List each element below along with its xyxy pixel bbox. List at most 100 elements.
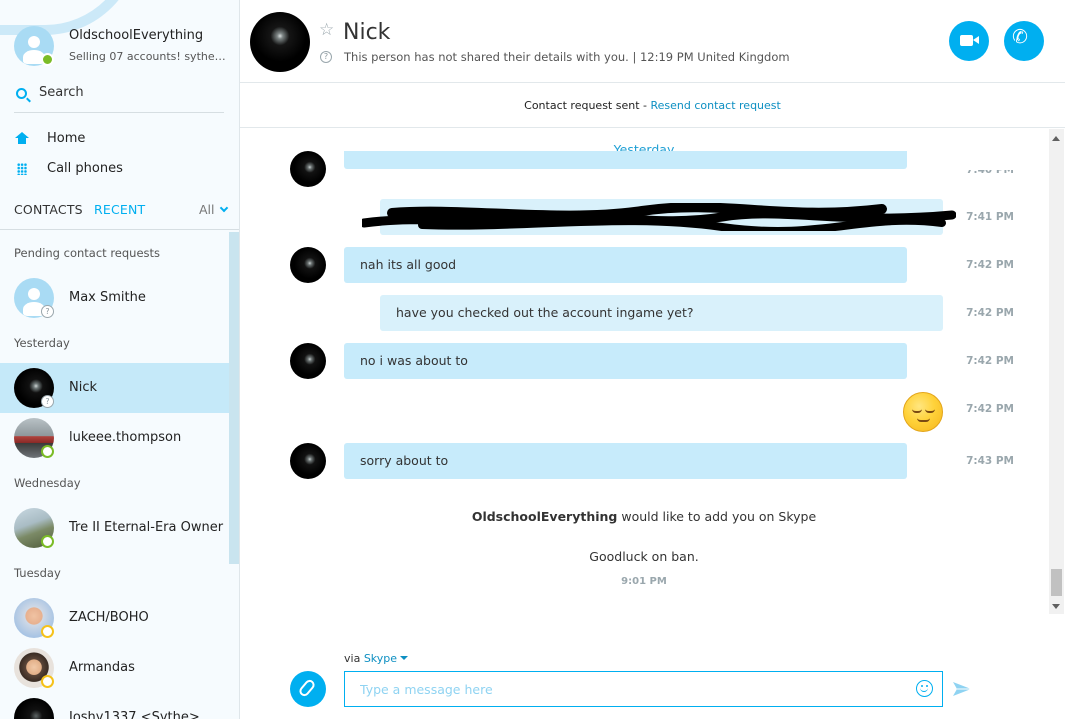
contact-request-notice: OldschoolEverything would like to add yo… [240,509,1048,524]
message-time: 7:42 PM [966,355,1014,367]
contact-name: Max Smithe [69,290,146,305]
request-time: 9:01 PM [621,576,667,587]
contact-item[interactable]: Armandas [0,643,229,693]
section-yesterday: Yesterday [14,336,70,350]
contact-info: This person has not shared their details… [344,50,790,64]
unknown-status-icon: ? [41,395,54,408]
contact-name: Joshy1337 <Sythe> [69,710,200,719]
online-status-icon [41,535,54,548]
sidebar: OldschoolEverything Selling 07 accounts!… [0,0,240,719]
resend-request-link[interactable]: Resend contact request [651,99,781,112]
video-call-button[interactable] [949,21,989,61]
caret-down-icon [400,656,409,660]
emoticon-icon[interactable] [916,680,933,697]
nav-call-phones[interactable]: Call phones [14,158,214,180]
via-selector[interactable]: via Skype [344,652,409,665]
contact-item[interactable]: Joshy1337 <Sythe> [0,693,229,719]
contact-name: Armandas [69,660,135,675]
away-status-icon [41,675,54,688]
contact-avatar-large[interactable] [250,12,310,72]
question-icon: ? [320,51,332,63]
requester-name: OldschoolEverything [471,509,618,524]
message-avatar [290,247,326,283]
filter-dropdown[interactable]: All [199,202,228,217]
message-time: 7:42 PM [966,259,1014,271]
profile-mood: Selling 07 accounts! sythe:O... [69,50,229,63]
message-text: sorry about to [360,453,449,468]
contact-item[interactable]: ZACH/BOHO [0,593,229,643]
message-time: 7:42 PM [966,307,1014,319]
send-icon[interactable] [953,681,971,697]
filter-label: All [199,202,215,217]
section-wednesday: Wednesday [14,476,81,490]
message-time: 7:42 PM [966,403,1014,415]
tab-recent[interactable]: RECENT [94,202,145,217]
contact-item[interactable]: Tre II Eternal-Era Owner [0,503,229,553]
scroll-down-icon[interactable] [1052,604,1060,609]
nav-home[interactable]: Home [14,128,214,150]
message-avatar [290,443,326,479]
conversation-title: Nick [343,20,391,45]
contact-name: ZACH/BOHO [69,610,149,625]
scroll-up-icon[interactable] [1052,136,1060,141]
section-tuesday: Tuesday [14,566,61,580]
relieved-smile-emoji-icon [903,392,943,432]
via-service: Skype [363,652,398,665]
message-text: have you checked out the account ingame … [396,305,694,320]
video-camera-icon [960,35,979,46]
star-icon[interactable]: ☆ [319,22,334,39]
contact-item[interactable]: lukeee.thompson [0,413,229,463]
contact-list-scrollbar[interactable] [229,232,239,564]
profile-name: OldschoolEverything [69,28,204,43]
phone-icon: ✆ [1012,26,1028,48]
contact-request-bar: Contact request sent - Resend contact re… [240,84,1065,128]
message-avatar [290,151,326,187]
nav-home-label: Home [47,131,86,146]
contact-name: Tre II Eternal-Era Owner [69,520,224,535]
message-history[interactable]: Yesterday nah it sucks 7:40 PM 7:41 PM n… [240,129,1048,614]
message-bubble: have you checked out the account ingame … [380,295,943,331]
contact-avatar [14,698,54,719]
nav-call-phones-label: Call phones [47,161,123,176]
paperclip-icon [297,677,317,699]
request-message: would like to add you on Skype [617,509,817,524]
away-status-icon [41,625,54,638]
search-box[interactable]: Search [14,82,224,113]
conversation-header: ☆ Nick ? This person has not shared thei… [240,0,1065,83]
via-label: via [344,652,364,665]
attach-button[interactable] [290,671,326,707]
online-status-icon [41,445,54,458]
request-note: Goodluck on ban. [589,549,699,564]
message-time: 7:40 PM [966,164,1014,176]
audio-call-button[interactable]: ✆ [1004,21,1044,61]
message-time: 7:43 PM [966,455,1014,467]
message-text: no i was about to [360,353,468,368]
message-bubble: no i was about to [344,343,907,379]
message-bubble: nah it sucks [344,151,907,169]
request-text: Contact request sent - [524,99,651,112]
conversation-pane: ☆ Nick ? This person has not shared thei… [240,0,1065,719]
search-label: Search [39,85,84,100]
message-scrollbar[interactable] [1049,129,1064,614]
message-avatar [290,343,326,379]
message-bubble: sorry about to [344,443,907,479]
contact-tabs: CONTACTS RECENT All [0,194,239,230]
tab-contacts[interactable]: CONTACTS [14,202,83,217]
contact-item-selected[interactable]: ? Nick [0,363,229,413]
scrollbar-thumb[interactable] [1051,569,1062,596]
unknown-status-icon: ? [41,305,54,318]
message-text: nah its all good [360,257,457,272]
contact-item[interactable]: ? Max Smithe [0,273,229,323]
message-input[interactable] [344,671,943,707]
profile-header[interactable]: OldschoolEverything Selling 07 accounts!… [0,0,239,82]
redaction-scribble [362,203,956,231]
message-bubble: nah its all good [344,247,907,283]
skype-window: OldschoolEverything Selling 07 accounts!… [0,0,1065,719]
contact-name: Nick [69,380,98,395]
chevron-down-icon [219,203,228,213]
section-pending: Pending contact requests [14,246,161,260]
message-time: 7:41 PM [966,211,1014,223]
dialpad-icon [17,163,27,175]
online-status-icon [41,53,54,66]
home-icon [15,132,29,144]
